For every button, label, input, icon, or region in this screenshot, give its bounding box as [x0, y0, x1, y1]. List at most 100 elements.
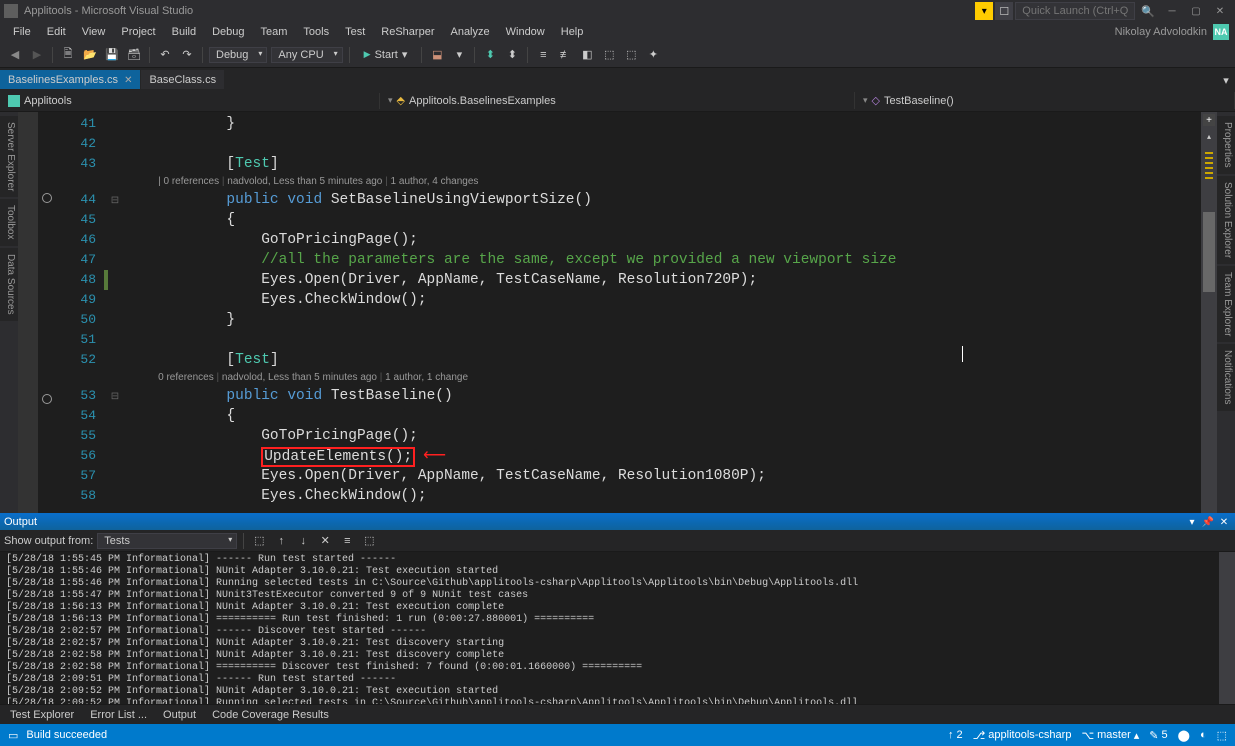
side-tab-properties[interactable]: Properties — [1217, 116, 1235, 174]
menu-project[interactable]: Project — [114, 24, 162, 40]
save-icon[interactable]: 💾 — [103, 46, 121, 64]
code-line[interactable] — [122, 330, 1201, 350]
code-line[interactable]: [Test] — [122, 154, 1201, 174]
code-line[interactable]: 0 references | nadvolod, Less than 5 min… — [122, 370, 1201, 386]
menu-view[interactable]: View — [75, 24, 113, 40]
quick-launch-input[interactable] — [1015, 2, 1135, 20]
notification-icon[interactable]: ▾ — [975, 2, 993, 20]
user-avatar[interactable]: NA — [1213, 24, 1229, 40]
menu-debug[interactable]: Debug — [205, 24, 251, 40]
nav-back-icon[interactable]: ◀ — [6, 46, 24, 64]
output-goto-icon[interactable]: ⬚ — [250, 532, 268, 550]
menu-analyze[interactable]: Analyze — [443, 24, 496, 40]
search-icon[interactable]: 🔍 — [1137, 5, 1159, 18]
code-line[interactable] — [122, 134, 1201, 154]
undo-icon[interactable]: ↶ — [156, 46, 174, 64]
output-text[interactable]: [5/28/18 1:55:45 PM Informational] -----… — [0, 552, 1235, 704]
side-tab-data-sources[interactable]: Data Sources — [0, 248, 18, 321]
code-line[interactable]: { — [122, 210, 1201, 230]
output-scrollbar[interactable] — [1219, 552, 1235, 704]
status-icon-3[interactable]: ⬚ — [1217, 729, 1227, 742]
tool-icon-7[interactable]: ✦ — [644, 46, 662, 64]
menu-build[interactable]: Build — [165, 24, 203, 40]
new-project-icon[interactable]: 🗎 — [59, 46, 77, 64]
document-tab[interactable]: BaseClass.cs — [141, 70, 224, 89]
menu-window[interactable]: Window — [499, 24, 552, 40]
tool-icon-2[interactable]: ▾ — [450, 46, 468, 64]
solution-config-dropdown[interactable]: Debug — [209, 47, 267, 63]
code-line[interactable]: GoToPricingPage(); — [122, 426, 1201, 446]
output-tool-icon[interactable]: ⬚ — [360, 532, 378, 550]
nav-fwd-icon[interactable]: ▶ — [28, 46, 46, 64]
status-icon-1[interactable]: ⬤ — [1178, 729, 1190, 742]
tool-icon-6[interactable]: ⬚ — [622, 46, 640, 64]
vertical-scrollbar[interactable]: + ▴ — [1201, 112, 1217, 513]
scroll-up-icon[interactable]: ▴ — [1203, 130, 1215, 142]
menu-edit[interactable]: Edit — [40, 24, 73, 40]
code-line[interactable]: public void SetBaselineUsingViewportSize… — [122, 190, 1201, 210]
code-line[interactable]: Eyes.CheckWindow(); — [122, 290, 1201, 310]
tool-icon-4[interactable]: ⬍ — [503, 46, 521, 64]
tab-overflow-icon[interactable]: ▾ — [1217, 71, 1235, 89]
document-tab[interactable]: BaselinesExamples.cs✕ — [0, 70, 140, 89]
solution-platform-dropdown[interactable]: Any CPU — [271, 47, 342, 63]
status-icon-2[interactable]: ◐ — [1200, 729, 1207, 741]
test-indicator-icon[interactable] — [42, 193, 52, 203]
code-editor[interactable]: 414243444546474849505152535455565758 ⊟⊟ … — [18, 112, 1217, 513]
start-debug-button[interactable]: ▶Start ▾ — [356, 47, 416, 62]
maximize-button[interactable]: ▢ — [1185, 2, 1207, 20]
side-tab-solution-explorer[interactable]: Solution Explorer — [1217, 176, 1235, 264]
code-line[interactable]: [Test] — [122, 350, 1201, 370]
tool-icon-3[interactable]: ⬍ — [481, 46, 499, 64]
code-line[interactable]: //all the parameters are the same, excep… — [122, 250, 1201, 270]
side-tab-notifications[interactable]: Notifications — [1217, 344, 1235, 410]
code-line[interactable]: } — [122, 310, 1201, 330]
code-line[interactable]: } — [122, 114, 1201, 134]
signed-in-user[interactable]: Nikolay Advolodkin — [1115, 26, 1207, 38]
bottom-tab-output[interactable]: Output — [155, 707, 204, 723]
output-close-icon[interactable]: ✕ — [1217, 515, 1231, 529]
output-pin-icon[interactable]: 📌 — [1201, 515, 1215, 529]
code-line[interactable]: GoToPricingPage(); — [122, 230, 1201, 250]
menu-team[interactable]: Team — [254, 24, 295, 40]
output-prev-icon[interactable]: ↑ — [272, 532, 290, 550]
output-dropdown-icon[interactable]: ▾ — [1185, 515, 1199, 529]
bottom-tab-code-coverage-results[interactable]: Code Coverage Results — [204, 707, 337, 723]
nav-member-dropdown[interactable]: ▾ ◇ TestBaseline() — [855, 92, 1235, 109]
side-tab-team-explorer[interactable]: Team Explorer — [1217, 266, 1235, 342]
output-panel-header[interactable]: Output ▾ 📌 ✕ — [0, 513, 1235, 530]
comment-icon[interactable]: ≡ — [534, 46, 552, 64]
side-tab-toolbox[interactable]: Toolbox — [0, 199, 18, 245]
code-line[interactable]: Eyes.CheckWindow(); — [122, 486, 1201, 506]
uncomment-icon[interactable]: ≢ — [556, 46, 574, 64]
test-indicator-icon[interactable] — [42, 394, 52, 404]
status-branch[interactable]: ⌥ master ▴ — [1081, 729, 1139, 742]
minimize-button[interactable]: ─ — [1161, 2, 1183, 20]
save-all-icon[interactable]: 🗃 — [125, 46, 143, 64]
bottom-tab-error-list-[interactable]: Error List ... — [82, 707, 155, 723]
close-button[interactable]: ✕ — [1209, 2, 1231, 20]
status-up-icon[interactable]: ↑ 2 — [948, 729, 963, 741]
code-line[interactable]: Eyes.Open(Driver, AppName, TestCaseName,… — [122, 270, 1201, 290]
code-line[interactable]: { — [122, 406, 1201, 426]
code-line[interactable]: UpdateElements();⟵ — [122, 446, 1201, 466]
status-changes[interactable]: ✎ 5 — [1149, 729, 1167, 742]
tab-close-icon[interactable]: ✕ — [124, 75, 132, 86]
menu-tools[interactable]: Tools — [296, 24, 336, 40]
output-wrap-icon[interactable]: ≡ — [338, 532, 356, 550]
output-clear-icon[interactable]: ✕ — [316, 532, 334, 550]
code-line[interactable]: public void TestBaseline() — [122, 386, 1201, 406]
menu-resharper[interactable]: ReSharper — [374, 24, 441, 40]
menu-file[interactable]: File — [6, 24, 38, 40]
bottom-tab-test-explorer[interactable]: Test Explorer — [2, 707, 82, 723]
nav-project-dropdown[interactable]: Applitools — [0, 93, 380, 109]
code-line[interactable]: | 0 references | nadvolod, Less than 5 m… — [122, 174, 1201, 190]
code-line[interactable]: Eyes.Open(Driver, AppName, TestCaseName,… — [122, 466, 1201, 486]
menu-help[interactable]: Help — [554, 24, 591, 40]
redo-icon[interactable]: ↷ — [178, 46, 196, 64]
status-repo[interactable]: ⎇ applitools-csharp — [973, 729, 1072, 742]
menu-test[interactable]: Test — [338, 24, 372, 40]
nav-type-dropdown[interactable]: ▾ ⬘ Applitools.BaselinesExamples — [380, 92, 855, 109]
output-next-icon[interactable]: ↓ — [294, 532, 312, 550]
tool-icon-1[interactable]: ⬓ — [428, 46, 446, 64]
